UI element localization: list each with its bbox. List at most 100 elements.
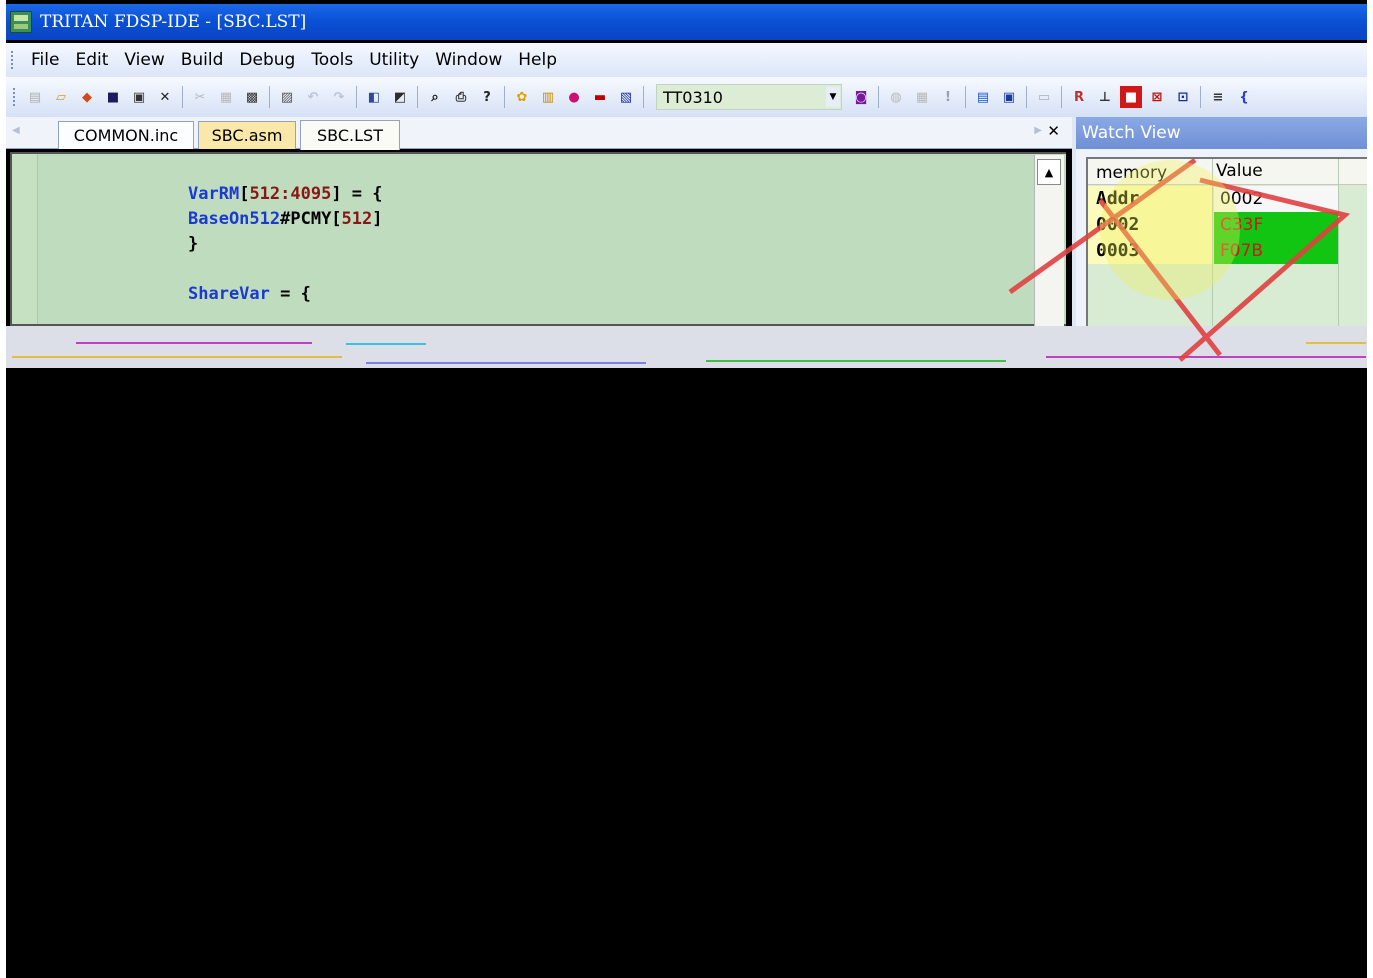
save-all-icon[interactable]: ▣: [128, 86, 150, 108]
tab-common-inc[interactable]: COMMON.inc: [58, 121, 194, 149]
tab-scroll-left-icon[interactable]: ◀: [12, 125, 20, 136]
watch-row[interactable]: 0003 F07B: [1088, 238, 1338, 264]
copy-icon[interactable]: ▦: [215, 86, 237, 108]
mem-dev-icon[interactable]: ▥: [537, 86, 559, 108]
menu-tools[interactable]: Tools: [303, 50, 361, 70]
code-token: #PCMY[: [280, 209, 342, 229]
code-line: }: [188, 232, 383, 257]
cut-icon[interactable]: ✂: [189, 86, 211, 108]
scroll-up-icon[interactable]: ▲: [1037, 159, 1061, 185]
toolbar-separator: [1200, 86, 1201, 108]
code-token: 512:4095: [249, 184, 332, 204]
column-header-memory[interactable]: memory: [1096, 163, 1167, 183]
ice-icon[interactable]: ▣: [998, 86, 1020, 108]
open-project-icon[interactable]: ◆: [76, 86, 98, 108]
close-icon[interactable]: ✕: [154, 86, 176, 108]
memory-icon[interactable]: ▦: [911, 86, 933, 108]
toolbar-grip[interactable]: [13, 88, 16, 106]
breakpoint-b-icon[interactable]: ⊡: [1172, 86, 1194, 108]
toolbar-separator: [878, 86, 879, 108]
watch-row[interactable]: Addr 0002: [1088, 186, 1338, 212]
user-tool-icon[interactable]: ▧: [615, 86, 637, 108]
code-token: ] = {: [331, 184, 383, 204]
menu-grip[interactable]: [11, 51, 14, 69]
chip-icon[interactable]: ⊥: [1094, 86, 1116, 108]
code-token: BaseOn512: [188, 209, 281, 229]
menu-file[interactable]: File: [23, 50, 67, 70]
breakpoint-icon[interactable]: ⊠: [1146, 86, 1168, 108]
code-line: ​: [188, 257, 383, 282]
target-combo-value: TT0310: [663, 87, 723, 107]
menu-utility[interactable]: Utility: [361, 50, 427, 70]
menu-edit[interactable]: Edit: [67, 50, 116, 70]
watch-value[interactable]: C33F: [1214, 212, 1338, 238]
open-file-icon[interactable]: ▱: [50, 86, 72, 108]
app-icon: [10, 11, 32, 33]
tab-sbc-asm[interactable]: SBC.asm: [198, 121, 296, 149]
toolbar: ▤ ▱ ◆ ■ ▣ ✕ ✂ ▦ ▩ ▨ ↶ ↷ ◧ ◩ ⌕ ⎙ ? ✿ ▥ ● …: [6, 77, 1367, 117]
code-line: ShareVar = {: [188, 282, 383, 307]
print-icon[interactable]: ⎙: [450, 86, 472, 108]
chevron-down-icon[interactable]: ▼: [826, 87, 840, 107]
watch-value[interactable]: F07B: [1214, 238, 1338, 264]
code-token: 512: [341, 209, 373, 229]
watch-address: 0002: [1088, 212, 1212, 238]
disabled-tool-icon[interactable]: ▭: [1033, 86, 1055, 108]
artifact-line: [1046, 356, 1366, 358]
compile-icon[interactable]: ✿: [511, 86, 533, 108]
editor-vertical-scrollbar[interactable]: ▲: [1034, 155, 1064, 329]
artifact-line: [346, 343, 426, 345]
object-icon[interactable]: ◙: [850, 86, 872, 108]
undo-icon[interactable]: ↶: [302, 86, 324, 108]
new-file-icon[interactable]: ▤: [24, 86, 46, 108]
menu-view[interactable]: View: [116, 50, 172, 70]
tab-scroll-right-icon[interactable]: ▶: [1034, 125, 1042, 136]
menu-debug[interactable]: Debug: [231, 50, 303, 70]
close-icon[interactable]: ✕: [1047, 122, 1060, 140]
paste-special-icon[interactable]: ▨: [276, 86, 298, 108]
artifact-line: [366, 362, 646, 364]
step-icon[interactable]: ◍: [885, 86, 907, 108]
download-icon[interactable]: ▤: [972, 86, 994, 108]
toolbar-separator: [1026, 86, 1027, 108]
toolbar-separator: [356, 86, 357, 108]
list-icon[interactable]: ≡: [1207, 86, 1229, 108]
int-icon[interactable]: ■: [1120, 86, 1142, 108]
find-icon[interactable]: ⌕: [424, 86, 446, 108]
output-icon[interactable]: ◩: [389, 86, 411, 108]
menu-bar: File Edit View Build Debug Tools Utility…: [6, 43, 1367, 77]
window-icon[interactable]: ◧: [363, 86, 385, 108]
tab-label: SBC.asm: [211, 126, 283, 145]
toolbar-separator: [1061, 86, 1062, 108]
watch-view-panel: Watch View memory Value Addr 0002 0002 C…: [1072, 117, 1367, 327]
braces-icon[interactable]: {: [1233, 86, 1255, 108]
code-token: ShareVar: [188, 284, 270, 304]
target-combo[interactable]: TT0310 ▼: [656, 84, 842, 110]
interrupt-icon[interactable]: ▬: [589, 86, 611, 108]
title-bar: TRITAN FDSP-IDE - [SBC.LST]: [6, 4, 1367, 40]
code-editor[interactable]: VarRM[512:4095] = {BaseOn512#PCMY[512]}​…: [10, 152, 1066, 326]
rt-icon[interactable]: R: [1068, 86, 1090, 108]
isp-icon[interactable]: ●: [563, 86, 585, 108]
toolbar-separator: [643, 86, 644, 108]
alert-icon[interactable]: !: [937, 86, 959, 108]
menu-build[interactable]: Build: [173, 50, 232, 70]
watch-grid[interactable]: memory Value Addr 0002 0002 C33F 0003 F0…: [1086, 157, 1367, 327]
paste-icon[interactable]: ▩: [241, 86, 263, 108]
code-text[interactable]: VarRM[512:4095] = {BaseOn512#PCMY[512]}​…: [188, 182, 383, 307]
menu-window[interactable]: Window: [427, 50, 510, 70]
watch-view-title: Watch View: [1076, 117, 1367, 149]
tab-sbc-lst[interactable]: SBC.LST: [300, 120, 400, 150]
code-token: ]: [372, 209, 383, 229]
redo-icon[interactable]: ↷: [328, 86, 350, 108]
watch-value[interactable]: 0002: [1214, 186, 1338, 212]
menu-help[interactable]: Help: [510, 50, 565, 70]
watch-row[interactable]: 0002 C33F: [1088, 212, 1338, 238]
column-header-value[interactable]: Value: [1216, 161, 1263, 181]
save-icon[interactable]: ■: [102, 86, 124, 108]
render-artifact-strip: [6, 326, 1367, 368]
toolbar-separator: [182, 86, 183, 108]
help-icon[interactable]: ?: [476, 86, 498, 108]
artifact-line: [12, 356, 342, 358]
editor-gutter[interactable]: [12, 154, 38, 324]
